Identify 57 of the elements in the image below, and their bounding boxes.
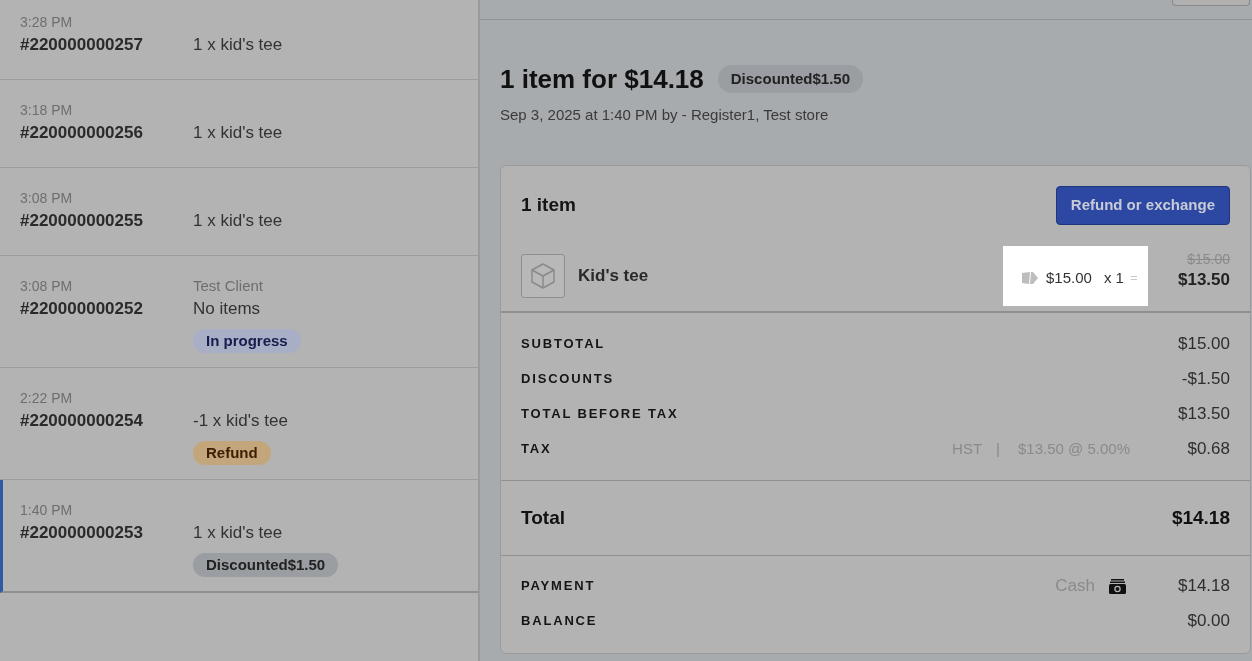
order-description: 1 x kid's tee [193, 122, 283, 144]
summary-label: DISCOUNTS [521, 370, 615, 389]
summary-label: TOTAL BEFORE TAX [521, 405, 680, 424]
equals-sign: = [1129, 269, 1138, 288]
order-description: -1 x kid's tee [193, 410, 288, 432]
summary-value: $0.68 [1186, 438, 1230, 461]
header-button[interactable] [1172, 0, 1250, 6]
payment-value: $0.00 [1186, 610, 1230, 633]
order-time: 3:18 PM [20, 101, 73, 120]
total-value: $14.18 [1171, 505, 1230, 530]
item-quantity: x 1 [1103, 267, 1124, 288]
status-badge: Refund [193, 441, 271, 465]
order-row[interactable]: 2:22 PM #220000000254 -1 x kid's tee Refund [0, 368, 478, 480]
order-number: #220000000254 [20, 410, 143, 432]
order-description: 1 x kid's tee [193, 34, 283, 56]
banknote-stack-icon [1109, 578, 1126, 594]
order-time: 3:28 PM [20, 13, 73, 32]
order-description: 1 x kid's tee [193, 210, 283, 232]
summary-value: -$1.50 [1180, 368, 1230, 391]
order-time: 3:08 PM [20, 189, 73, 208]
product-image-placeholder-icon [521, 254, 565, 298]
sale-subtitle: Sep 3, 2025 at 1:40 PM by - Register1, Test store [500, 105, 830, 125]
order-row[interactable]: 3:18 PM #220000000256 1 x kid's tee [0, 80, 478, 168]
items-heading: 1 item [521, 193, 576, 218]
discount-tag-icon [1021, 271, 1039, 285]
order-number: #220000000253 [20, 522, 143, 544]
payment-label: BALANCE [521, 612, 599, 631]
summary-value: $15.00 [1177, 333, 1230, 356]
sale-title: 1 item for $14.18 [500, 63, 704, 95]
order-number: #220000000257 [20, 34, 143, 56]
total-label: Total [521, 505, 565, 530]
order-row[interactable]: 1:40 PM #220000000253 1 x kid's tee Discounted$1.50 [0, 480, 478, 593]
order-time: 2:22 PM [20, 389, 73, 408]
order-time: 1:40 PM [20, 501, 73, 520]
order-row[interactable]: 3:08 PM Test Client #220000000252 No items In progress [0, 256, 478, 368]
order-number: #220000000256 [20, 122, 143, 144]
item-name: Kid's tee [578, 265, 649, 288]
tax-separator: | [996, 438, 1000, 459]
summary-label: SUBTOTAL [521, 335, 607, 354]
unit-price: $15.00 [1046, 267, 1092, 288]
order-row[interactable]: 3:28 PM #220000000257 1 x kid's tee [0, 0, 478, 80]
order-number: #220000000255 [20, 210, 143, 232]
discounted-price: $13.50 [1178, 269, 1230, 291]
order-description: 1 x kid's tee [193, 522, 283, 544]
order-description: No items [193, 298, 261, 320]
refund-or-exchange-button[interactable]: Refund or exchange [1055, 186, 1230, 225]
status-badge: Discounted$1.50 [193, 553, 339, 577]
summary-value: $13.50 [1177, 403, 1230, 426]
order-time: 3:08 PM [20, 277, 73, 296]
summary-label: TAX [521, 440, 553, 459]
payment-label: PAYMENT [521, 577, 597, 596]
status-badge: Discounted$1.50 [717, 65, 863, 93]
order-row[interactable]: 3:08 PM #220000000255 1 x kid's tee [0, 168, 478, 256]
order-number: #220000000252 [20, 298, 143, 320]
status-badge: In progress [193, 329, 301, 353]
payment-value: $14.18 [1177, 575, 1230, 598]
client-name: Test Client [193, 276, 264, 296]
